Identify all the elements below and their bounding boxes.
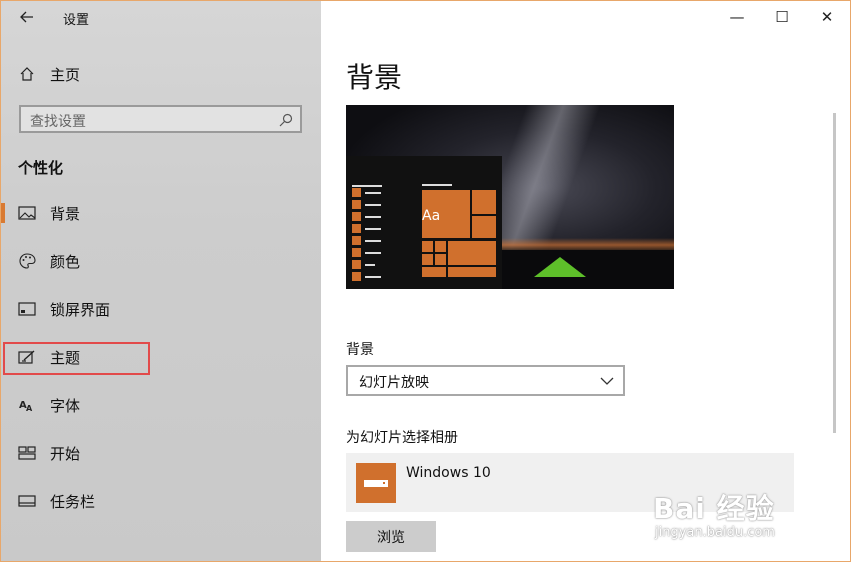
menu-tile — [448, 267, 496, 277]
maximize-icon: ☐ — [775, 8, 789, 26]
svg-text:A: A — [26, 404, 33, 413]
menu-tile — [422, 267, 446, 277]
sidebar: 设置 主页 查找设置 个性化 背景 颜色 锁屏界面 主题 A A 字体 开始 任… — [1, 1, 321, 561]
menu-tile — [472, 190, 496, 214]
menu-line — [365, 228, 381, 230]
album-label: 为幻灯片选择相册 — [346, 430, 458, 446]
tent-shape — [534, 257, 586, 277]
theme-icon — [17, 347, 37, 367]
preview-sample-text: Aa — [422, 208, 441, 224]
app-title: 设置 — [63, 13, 90, 28]
minimize-button[interactable]: — — [714, 1, 760, 33]
sidebar-item-label: 主页 — [50, 65, 81, 84]
background-label: 背景 — [346, 342, 374, 358]
menu-square — [352, 212, 361, 221]
page-title: 背景 — [346, 61, 403, 94]
sidebar-item-label: 任务栏 — [50, 492, 96, 511]
scrollbar[interactable] — [833, 113, 836, 433]
menu-line — [422, 184, 452, 186]
menu-line — [365, 276, 381, 278]
menu-square — [352, 236, 361, 245]
album-name: Windows 10 — [406, 465, 491, 481]
sidebar-item-label: 锁屏界面 — [50, 300, 111, 319]
background-select[interactable]: 幻灯片放映 — [346, 365, 625, 396]
section-title: 个性化 — [18, 159, 64, 177]
menu-line — [352, 185, 382, 187]
menu-tile — [448, 241, 496, 265]
back-arrow-icon[interactable] — [15, 5, 39, 29]
menu-square — [352, 200, 361, 209]
watermark-line1: Bai 经验 — [653, 492, 775, 525]
sidebar-item-label: 背景 — [50, 204, 81, 223]
menu-line — [365, 252, 381, 254]
sidebar-item-label: 字体 — [50, 396, 81, 415]
start-icon — [17, 443, 37, 463]
menu-square — [352, 272, 361, 281]
menu-square — [352, 260, 361, 269]
sidebar-item-colors[interactable]: 颜色 — [1, 241, 321, 281]
sidebar-item-label: 颜色 — [50, 252, 81, 271]
search-placeholder: 查找设置 — [30, 114, 86, 130]
menu-tile — [435, 241, 446, 252]
menu-line — [365, 216, 381, 218]
taskbar-icon — [17, 491, 37, 511]
search-icon[interactable] — [278, 112, 294, 128]
settings-window: 设置 主页 查找设置 个性化 背景 颜色 锁屏界面 主题 A A 字体 开始 任… — [0, 0, 851, 562]
search-input[interactable]: 查找设置 — [19, 105, 302, 133]
menu-line — [365, 264, 375, 266]
home-icon — [17, 64, 37, 84]
background-preview — [346, 105, 674, 289]
close-icon: ✕ — [820, 8, 834, 26]
close-button[interactable]: ✕ — [804, 1, 850, 33]
menu-square — [352, 224, 361, 233]
menu-tile — [472, 216, 496, 238]
sidebar-item-taskbar[interactable]: 任务栏 — [1, 481, 321, 521]
font-icon: AA — [17, 395, 37, 415]
folder-dot — [383, 482, 385, 484]
menu-tile — [422, 254, 433, 265]
lock-screen-icon — [17, 299, 37, 319]
sidebar-item-start[interactable]: 开始 — [1, 433, 321, 473]
sidebar-item-fonts[interactable]: AA 字体 — [1, 385, 321, 425]
menu-line — [365, 192, 381, 194]
sidebar-item-label: 开始 — [50, 444, 81, 463]
sidebar-item-themes[interactable]: 主题 — [1, 337, 321, 377]
image-icon — [17, 203, 37, 223]
sidebar-item-lock-screen[interactable]: 锁屏界面 — [1, 289, 321, 329]
chevron-down-icon — [600, 373, 614, 387]
menu-tile — [422, 241, 433, 252]
album-folder-icon — [356, 463, 396, 503]
menu-tile — [435, 254, 446, 265]
minimize-icon: — — [729, 8, 745, 26]
watermark-line2: jingyan.baidu.com — [655, 525, 775, 540]
menu-square — [352, 188, 361, 197]
sidebar-item-home[interactable]: 主页 — [1, 54, 321, 94]
maximize-button[interactable]: ☐ — [759, 1, 805, 33]
background-select-value: 幻灯片放映 — [359, 375, 429, 391]
browse-button[interactable]: 浏览 — [346, 521, 436, 552]
sidebar-item-background[interactable]: 背景 — [1, 193, 321, 233]
menu-square — [352, 248, 361, 257]
palette-icon — [17, 251, 37, 271]
menu-line — [365, 240, 381, 242]
sidebar-item-label: 主题 — [50, 348, 81, 367]
watermark: Bai 经验 jingyan.baidu.com — [649, 487, 809, 553]
menu-line — [365, 204, 381, 206]
